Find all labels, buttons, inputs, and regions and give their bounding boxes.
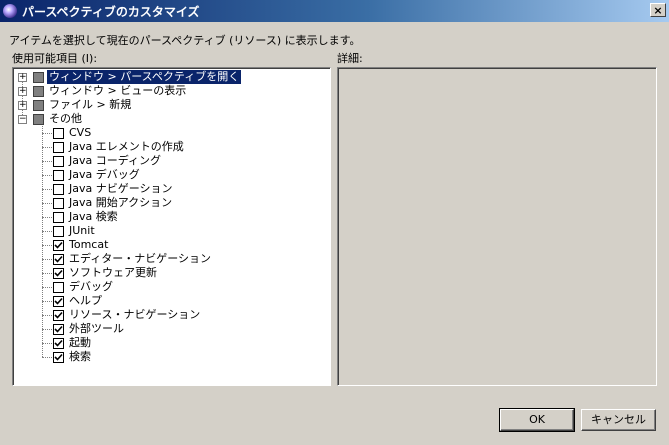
tree-connector bbox=[42, 287, 52, 288]
item-checkbox[interactable] bbox=[53, 197, 64, 209]
tree-connector bbox=[42, 189, 52, 190]
tree-child-item[interactable]: Java デバッグ bbox=[53, 168, 142, 182]
item-checkbox[interactable] bbox=[53, 155, 64, 167]
item-checkbox[interactable] bbox=[53, 211, 64, 223]
tree-connector bbox=[42, 203, 52, 204]
tree-item-label: 検索 bbox=[69, 350, 91, 363]
tree-child-item[interactable]: Tomcat bbox=[53, 238, 110, 252]
tree-item-label: 起動 bbox=[69, 336, 91, 349]
cancel-button[interactable]: キャンセル bbox=[581, 409, 656, 431]
tree-item-label: Java エレメントの作成 bbox=[69, 140, 184, 153]
tree-connector bbox=[42, 301, 52, 302]
expand-toggle-icon[interactable]: + bbox=[18, 101, 27, 110]
tree-connector bbox=[42, 231, 52, 232]
item-checkbox[interactable] bbox=[53, 281, 64, 293]
tree-item-label: リソース・ナビゲーション bbox=[69, 308, 201, 321]
expand-toggle-icon[interactable]: + bbox=[18, 87, 27, 96]
tree-item-label: CVS bbox=[69, 126, 92, 139]
item-checkbox[interactable] bbox=[53, 183, 64, 195]
tree-item-label: エディター・ナビゲーション bbox=[69, 252, 212, 265]
tree-item-label: デバッグ bbox=[69, 280, 113, 293]
tree-item-label: Java デバッグ bbox=[69, 168, 140, 181]
item-checkbox[interactable] bbox=[53, 127, 64, 139]
tree-child-item[interactable]: Java ナビゲーション bbox=[53, 182, 175, 196]
available-items-label: 使用可能項目 (I): bbox=[12, 52, 98, 65]
category-checkbox[interactable] bbox=[33, 113, 44, 125]
details-panel bbox=[337, 67, 657, 386]
tree-child-item[interactable]: 外部ツール bbox=[53, 322, 126, 336]
tree-child-item[interactable]: JUnit bbox=[53, 224, 97, 238]
tree-child-item[interactable]: Java 開始アクション bbox=[53, 196, 174, 210]
item-checkbox[interactable] bbox=[53, 225, 64, 237]
tree-child-item[interactable]: エディター・ナビゲーション bbox=[53, 252, 213, 266]
expand-toggle-icon[interactable]: + bbox=[18, 73, 27, 82]
details-label: 詳細: bbox=[337, 52, 363, 65]
tree-connector bbox=[42, 343, 52, 344]
item-checkbox[interactable] bbox=[53, 323, 64, 335]
tree-category-label: ウィンドウ > ビューの表示 bbox=[49, 84, 187, 97]
item-checkbox[interactable] bbox=[53, 351, 64, 363]
tree-child-item[interactable]: リソース・ナビゲーション bbox=[53, 308, 202, 322]
tree-connector bbox=[42, 147, 52, 148]
tree-connector bbox=[22, 77, 23, 119]
tree-category-label: ウィンドウ > パースペクティブを開く bbox=[45, 69, 243, 85]
ok-button[interactable]: OK bbox=[499, 408, 575, 432]
tree-connector bbox=[42, 357, 52, 358]
tree-child-item[interactable]: 起動 bbox=[53, 336, 93, 350]
tree-item-label: Tomcat bbox=[69, 238, 109, 251]
expand-toggle-icon[interactable]: − bbox=[18, 115, 27, 124]
eclipse-icon bbox=[3, 4, 17, 18]
item-checkbox[interactable] bbox=[53, 337, 64, 349]
tree-child-item[interactable]: 検索 bbox=[53, 350, 93, 364]
category-checkbox[interactable] bbox=[33, 99, 44, 111]
item-checkbox[interactable] bbox=[53, 295, 64, 307]
tree-child-item[interactable]: Java 検索 bbox=[53, 210, 120, 224]
tree-category[interactable]: その他 bbox=[33, 112, 84, 126]
available-items-tree[interactable]: + ウィンドウ > パースペクティブを開く + ウィンドウ > ビューの表示 + ファイル… bbox=[12, 67, 331, 386]
tree-item-label: ソフトウェア更新 bbox=[69, 266, 157, 279]
category-checkbox[interactable] bbox=[33, 71, 44, 83]
tree-connector bbox=[42, 245, 52, 246]
instruction-text: アイテムを選択して現在のパースペクティブ (リソース) に表示します。 bbox=[9, 34, 361, 47]
tree-child-item[interactable]: ヘルプ bbox=[53, 294, 104, 308]
item-checkbox[interactable] bbox=[53, 239, 64, 251]
tree-connector bbox=[42, 259, 52, 260]
tree-connector bbox=[42, 329, 52, 330]
tree-item-label: Java 検索 bbox=[69, 210, 118, 223]
tree-connector bbox=[42, 175, 52, 176]
tree-item-label: JUnit bbox=[69, 224, 95, 237]
window-title: パースペクティブのカスタマイズ bbox=[22, 4, 200, 19]
tree-child-item[interactable]: CVS bbox=[53, 126, 93, 140]
item-checkbox[interactable] bbox=[53, 169, 64, 181]
tree-category-label: ファイル > 新規 bbox=[49, 98, 132, 111]
item-checkbox[interactable] bbox=[53, 309, 64, 321]
tree-item-label: ヘルプ bbox=[69, 294, 102, 307]
tree-item-label: Java コーディング bbox=[69, 154, 161, 167]
tree-connector bbox=[42, 133, 52, 134]
item-checkbox[interactable] bbox=[53, 141, 64, 153]
item-checkbox[interactable] bbox=[53, 267, 64, 279]
tree-connector bbox=[42, 315, 52, 316]
tree-item-label: Java ナビゲーション bbox=[69, 182, 173, 195]
tree-child-item[interactable]: ソフトウェア更新 bbox=[53, 266, 159, 280]
tree-child-item[interactable]: Java エレメントの作成 bbox=[53, 140, 186, 154]
title-bar: パースペクティブのカスタマイズ × bbox=[0, 0, 669, 22]
tree-category[interactable]: ウィンドウ > パースペクティブを開く bbox=[33, 69, 243, 85]
category-checkbox[interactable] bbox=[33, 85, 44, 97]
tree-child-item[interactable]: デバッグ bbox=[53, 280, 115, 294]
tree-category[interactable]: ファイル > 新規 bbox=[33, 98, 133, 112]
tree-item-label: 外部ツール bbox=[69, 322, 124, 335]
close-button[interactable]: × bbox=[650, 3, 666, 17]
tree-connector bbox=[42, 126, 43, 357]
close-icon: × bbox=[653, 4, 663, 17]
tree-item-label: Java 開始アクション bbox=[69, 196, 173, 209]
tree-connector bbox=[42, 273, 52, 274]
tree-connector bbox=[42, 161, 52, 162]
tree-category[interactable]: ウィンドウ > ビューの表示 bbox=[33, 84, 188, 98]
tree-category-label: その他 bbox=[49, 112, 82, 125]
tree-connector bbox=[42, 217, 52, 218]
tree-child-item[interactable]: Java コーディング bbox=[53, 154, 163, 168]
item-checkbox[interactable] bbox=[53, 253, 64, 265]
